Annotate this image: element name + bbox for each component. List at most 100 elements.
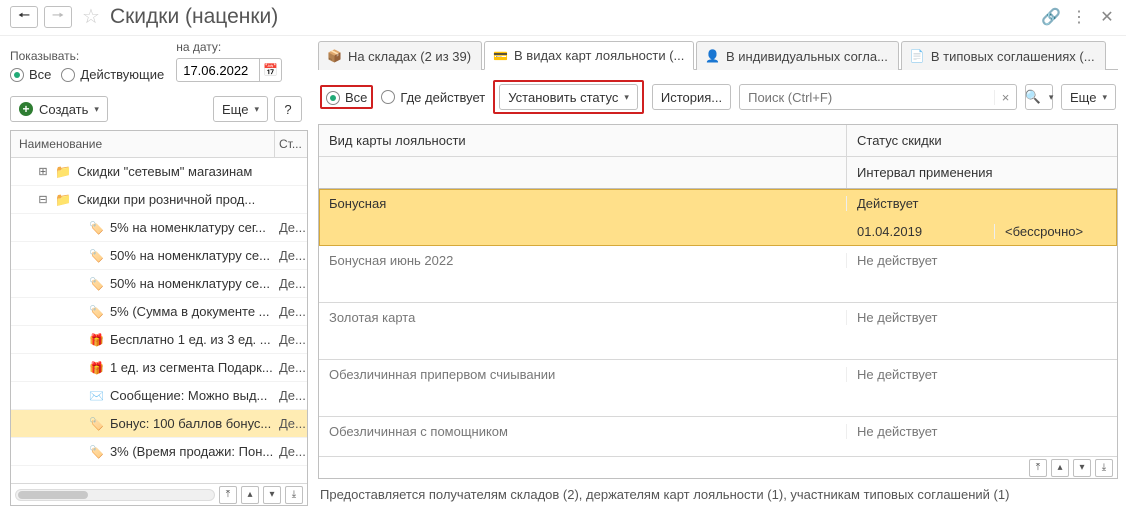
tab-label: В видах карт лояльности (... — [514, 48, 684, 63]
nav-forward-button[interactable]: 🠖 — [44, 6, 72, 28]
tab-icon: 📄 — [910, 49, 925, 63]
col-card-type-header[interactable]: Вид карты лояльности — [319, 125, 847, 156]
tree-row[interactable]: 🏷️ 50% на номенклатуру се... Де... — [11, 242, 307, 270]
tree-row[interactable]: 🎁 Бесплатно 1 ед. из 3 ед. ... Де... — [11, 326, 307, 354]
tree-row-status: Де... — [275, 276, 307, 291]
help-label: ? — [284, 102, 291, 117]
left-col-status-header[interactable]: Ст... — [275, 131, 307, 157]
scroll-bottom-button[interactable]: ⤓ — [285, 486, 303, 504]
show-active-radio[interactable]: Действующие — [61, 67, 164, 82]
left-more-button[interactable]: Еще ▾ — [213, 96, 268, 122]
favorite-star-icon[interactable]: ☆ — [82, 4, 100, 29]
tree-row[interactable]: 🎁1 ед. из сегмента Подарк...Де... — [11, 354, 307, 382]
collapse-icon[interactable]: ⊟ — [37, 193, 49, 206]
scroll-down-button[interactable]: ▾ — [263, 486, 281, 504]
chevron-down-icon: ▾ — [254, 104, 259, 115]
tree-row[interactable]: ⊞📁Скидки "сетевым" магазинам — [11, 158, 307, 186]
discount-icon: 🏷️ — [89, 277, 104, 291]
set-status-button[interactable]: Установить статус ▾ — [499, 84, 638, 110]
tab-label: На складах (2 из 39) — [348, 49, 471, 64]
card-name: Бонусная июнь 2022 — [319, 253, 847, 268]
tab-icon: 📦 — [327, 49, 342, 63]
expand-icon[interactable]: ⊞ — [37, 165, 49, 178]
search-button[interactable]: 🔍 ▾ — [1025, 84, 1053, 110]
tree-row[interactable]: 🏷️ 50% на номенклатуру се... Де... — [11, 270, 307, 298]
tab[interactable]: 📦 На складах (2 из 39) — [318, 41, 482, 70]
tree-row-label: 5% на номенклатуру сег... — [110, 220, 266, 235]
card-date-from: 01.04.2019 — [847, 224, 995, 239]
footer-note: Предоставляется получателям складов (2),… — [318, 479, 1118, 506]
show-all-label: Все — [29, 67, 51, 82]
card-row[interactable]: Золотая картаНе действует — [319, 303, 1117, 360]
right-where-radio[interactable]: Где действует — [381, 90, 485, 105]
left-scrollbar[interactable] — [15, 489, 215, 501]
message-icon: ✉️ — [89, 389, 104, 403]
radio-icon — [10, 68, 24, 82]
col-blank-header — [319, 157, 847, 188]
date-input[interactable] — [177, 63, 259, 78]
close-icon[interactable]: ✕ — [1096, 7, 1118, 27]
tree-row[interactable]: 🏷️5% (Сумма в документе ...Де... — [11, 298, 307, 326]
calendar-icon[interactable]: 📅 — [259, 59, 281, 81]
tree-row-label: 50% на номенклатуру се... — [110, 276, 270, 291]
right-more-button[interactable]: Еще ▾ — [1061, 84, 1116, 110]
gift-icon: 🎁 — [89, 333, 104, 347]
tree-row-label: Бонус: 100 баллов бонус... — [110, 416, 271, 431]
radio-icon — [381, 90, 395, 104]
page-title: Скидки (наценки) — [110, 5, 278, 29]
right-all-radio[interactable]: Все — [326, 90, 367, 105]
kebab-menu-icon[interactable]: ⋮ — [1068, 7, 1090, 27]
tree-row-label: 5% (Сумма в документе ... — [110, 304, 270, 319]
tree-row[interactable]: 🏷️Бонус: 100 баллов бонус...Де... — [11, 410, 307, 438]
right-where-label: Где действует — [400, 90, 485, 105]
tree-row-status: Де... — [275, 248, 307, 263]
col-status-header[interactable]: Статус скидки — [847, 125, 1117, 156]
nav-back-button[interactable]: 🠔 — [10, 6, 38, 28]
discount-icon: 🏷️ — [89, 221, 104, 235]
tab[interactable]: 👤В индивидуальных согла... — [696, 41, 899, 70]
scroll-top-button[interactable]: ⤒ — [1029, 459, 1047, 477]
create-button[interactable]: + Создать ▾ — [10, 96, 108, 122]
card-name: Обезличинная припервом счиывании — [319, 367, 847, 382]
tree-row-status: Де... — [275, 444, 307, 459]
clear-search-button[interactable]: × — [994, 90, 1016, 105]
search-input[interactable] — [740, 90, 994, 105]
scroll-up-button[interactable]: ▴ — [241, 486, 259, 504]
tree-row-label: Бесплатно 1 ед. из 3 ед. ... — [110, 332, 271, 347]
discount-icon: 🏷️ — [89, 249, 104, 263]
gift-icon: 🎁 — [89, 361, 104, 375]
card-row[interactable]: Бонусная июнь 2022Не действует — [319, 246, 1117, 303]
col-interval-header[interactable]: Интервал применения — [847, 157, 1117, 188]
history-button[interactable]: История... — [652, 84, 731, 110]
tab[interactable]: 📄В типовых соглашениях (... — [901, 41, 1106, 70]
tree-row-label: 50% на номенклатуру се... — [110, 248, 270, 263]
card-row[interactable]: Обезличинная с помощникомНе действует — [319, 417, 1117, 456]
tab[interactable]: 💳В видах карт лояльности (... — [484, 41, 694, 70]
tree-row[interactable]: 🏷️3% (Время продажи: Пон...Де... — [11, 438, 307, 466]
left-col-name-header[interactable]: Наименование — [11, 131, 275, 157]
show-all-radio[interactable]: Все — [10, 67, 51, 82]
scroll-up-button[interactable]: ▴ — [1051, 459, 1069, 477]
show-active-label: Действующие — [80, 67, 164, 82]
chevron-down-icon: ▾ — [1049, 92, 1054, 103]
help-button[interactable]: ? — [274, 96, 302, 122]
card-date-to: <бессрочно> — [995, 224, 1117, 239]
card-row[interactable]: БонуснаяДействует01.04.2019<бессрочно> — [319, 189, 1117, 246]
tree-row[interactable]: ✉️Сообщение: Можно выд...Де... — [11, 382, 307, 410]
card-row[interactable]: Обезличинная припервом счиыванииНе дейст… — [319, 360, 1117, 417]
left-more-label: Еще — [222, 102, 248, 117]
tree-row[interactable]: 🏷️5% на номенклатуру сег...Де... — [11, 214, 307, 242]
discount-icon: 🏷️ — [89, 417, 104, 431]
tree-row-status: Де... — [275, 332, 307, 347]
scroll-top-button[interactable]: ⤒ — [219, 486, 237, 504]
history-label: История... — [661, 90, 722, 105]
scroll-bottom-button[interactable]: ⤓ — [1095, 459, 1113, 477]
link-icon[interactable]: 🔗 — [1040, 7, 1062, 27]
scroll-down-button[interactable]: ▾ — [1073, 459, 1091, 477]
card-name: Золотая карта — [319, 310, 847, 325]
tree-row[interactable]: ⊟📁Скидки при розничной прод... — [11, 186, 307, 214]
card-name: Бонусная — [319, 196, 847, 211]
card-name: Обезличинная с помощником — [319, 424, 847, 439]
tab-icon: 👤 — [705, 49, 720, 63]
right-all-label: Все — [345, 90, 367, 105]
